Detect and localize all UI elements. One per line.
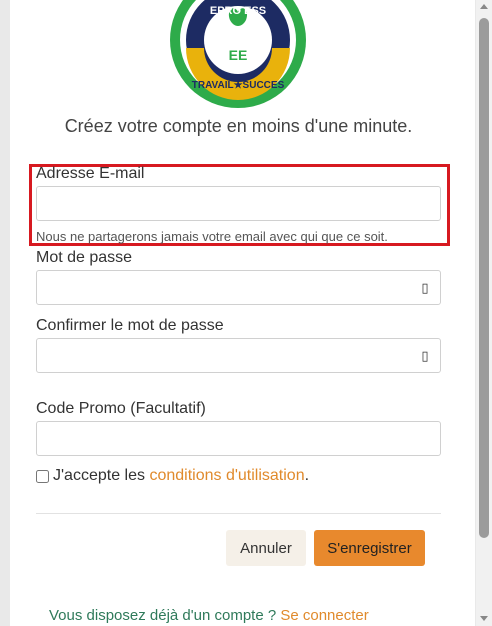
logo-top-text: EPRO ESS (210, 5, 266, 17)
promo-code-label: Code Promo (Facultatif) (36, 400, 206, 417)
email-field[interactable] (36, 186, 441, 221)
confirm-password-field[interactable] (36, 338, 441, 373)
cancel-button[interactable]: Annuler (226, 530, 306, 566)
confirm-password-label: Confirmer le mot de passe (36, 317, 224, 334)
register-button[interactable]: S'enregistrer (314, 530, 425, 566)
school-logo: EE TRAVAIL★SUCCES EPRO ESS (168, 0, 308, 115)
password-visibility-icon[interactable]: ▯ (418, 280, 432, 295)
email-label: Adresse E-mail (36, 165, 145, 182)
logo-motto: TRAVAIL★SUCCES (192, 80, 285, 91)
confirm-password-visibility-icon[interactable]: ▯ (418, 348, 432, 363)
email-help-text: Nous ne partagerons jamais votre email a… (36, 229, 388, 244)
login-link[interactable]: Se connecter (280, 607, 368, 624)
password-field[interactable] (36, 270, 441, 305)
password-label: Mot de passe (36, 249, 133, 266)
logo-initials: EE (229, 47, 248, 63)
scrollbar-thumb[interactable] (479, 18, 489, 538)
terms-suffix: . (304, 467, 310, 484)
promo-code-field[interactable] (36, 421, 441, 456)
terms-checkbox[interactable] (36, 469, 49, 483)
scroll-up-arrow-icon[interactable] (480, 4, 488, 9)
scroll-down-arrow-icon[interactable] (480, 616, 488, 621)
terms-prefix: J'accepte les (53, 467, 145, 484)
login-prompt-text: Vous disposez déjà d'un compte ? (49, 607, 277, 624)
terms-row: J'accepte les conditions d'utilisation. (36, 467, 309, 485)
terms-link[interactable]: conditions d'utilisation (149, 467, 304, 485)
form-subtitle: Créez votre compte en moins d'une minute… (64, 116, 413, 136)
form-divider (36, 513, 441, 514)
login-prompt: Vous disposez déjà d'un compte ? Se conn… (49, 607, 369, 624)
